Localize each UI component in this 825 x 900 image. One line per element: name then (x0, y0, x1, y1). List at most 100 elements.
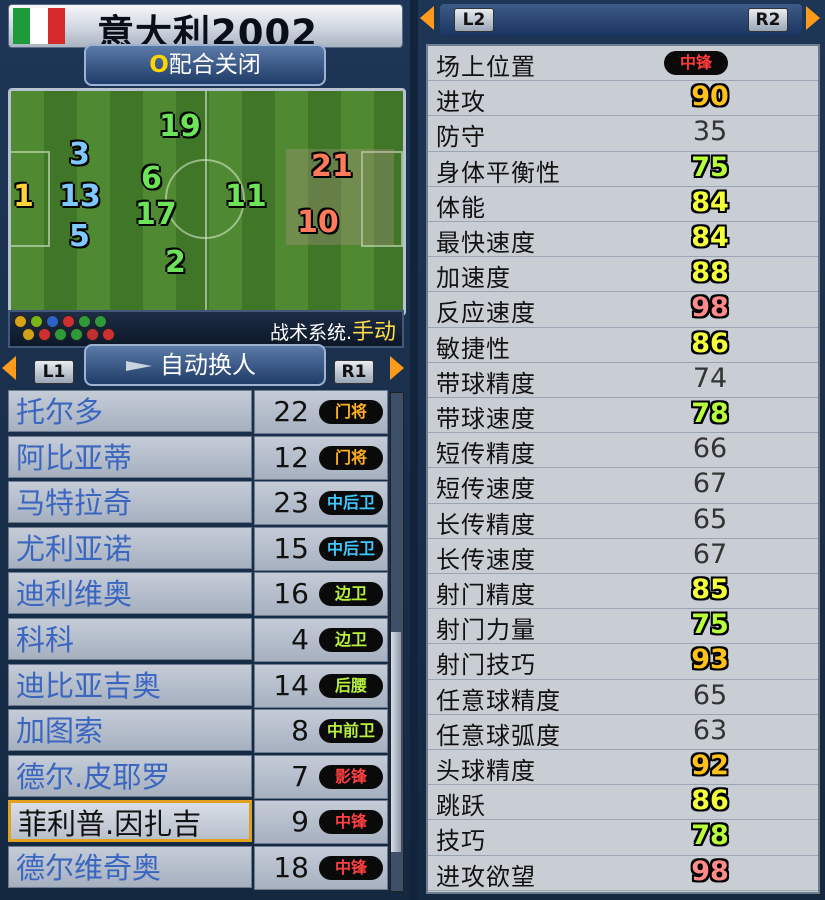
position-badge: 中锋 (664, 51, 728, 75)
strategy-bar: 战术系统.手动 (8, 310, 404, 348)
flag-stripe-red (47, 8, 65, 44)
roster-row[interactable]: 尤利亚诺 15 中后卫 (8, 526, 388, 571)
stat-row: 加速度 88 (428, 257, 818, 293)
stat-value: 86 (691, 785, 729, 817)
chevron-right-icon[interactable] (806, 6, 820, 30)
player-number-cell: 22 门将 (254, 390, 388, 434)
player-number: 14 (273, 668, 309, 702)
player-name: 托尔多 (8, 390, 252, 432)
position-badge: 中锋 (319, 856, 383, 880)
stat-value: 66 (692, 433, 728, 465)
team-title-bar: 意大利2002 (8, 4, 403, 55)
player-number-cell: 16 边卫 (254, 572, 388, 617)
roster-row[interactable]: 托尔多 22 门将 (8, 390, 388, 434)
roster-row[interactable]: 阿比亚蒂 12 门将 (8, 435, 388, 480)
strategy-dots[interactable] (14, 315, 134, 343)
strategy-dot (94, 315, 107, 328)
stat-label: 场上位置 (436, 53, 536, 81)
player-marker[interactable]: 5 (69, 219, 90, 254)
player-number: 18 (273, 851, 309, 884)
stat-value: 86 (691, 327, 729, 359)
roster-scrollbar-thumb[interactable] (391, 632, 401, 852)
roster-row[interactable]: 迪利维奥 16 边卫 (8, 572, 388, 617)
l1-key-icon[interactable]: L1 (34, 360, 74, 384)
stat-row: 防守 35 (428, 116, 818, 152)
chevron-left-icon[interactable] (420, 6, 434, 30)
position-badge: 门将 (319, 445, 383, 470)
auto-substitution-label: 自动换人 (160, 351, 256, 379)
chevron-right-icon[interactable] (390, 356, 404, 380)
roster-row[interactable]: 德尔维奇奥 18 中锋 (8, 846, 388, 890)
strategy-dot (86, 328, 99, 341)
player-marker[interactable]: 2 (165, 245, 186, 280)
player-number-cell: 8 中前卫 (254, 709, 388, 754)
player-marker[interactable]: 11 (225, 179, 267, 214)
stat-label: 技巧 (436, 827, 486, 856)
player-name: 科科 (8, 618, 252, 660)
stat-value: 88 (691, 257, 729, 289)
position-badge: 边卫 (319, 628, 383, 652)
roster-row[interactable]: 科科 4 边卫 (8, 618, 388, 662)
stat-row: 跳跃 86 (428, 785, 818, 821)
player-marker[interactable]: 3 (69, 137, 90, 172)
strategy-dot (54, 328, 67, 341)
stat-row: 带球精度 74 (428, 363, 818, 398)
player-number-cell: 14 后腰 (254, 663, 388, 708)
position-badge: 影锋 (319, 764, 383, 789)
stat-value: 78 (691, 398, 729, 429)
stat-label: 任意球弧度 (436, 721, 561, 750)
stat-label: 射门技巧 (436, 651, 536, 680)
stat-row: 带球速度 78 (428, 398, 818, 434)
roster-row[interactable]: 加图索 8 中前卫 (8, 709, 388, 754)
player-number-cell: 18 中锋 (254, 846, 388, 890)
stat-value: 98 (691, 855, 729, 887)
stat-label: 进攻欲望 (436, 862, 536, 891)
player-number-cell: 9 中锋 (254, 800, 388, 845)
auto-substitution-button[interactable]: 自动换人 (84, 344, 326, 386)
italy-flag-icon (13, 8, 65, 44)
player-stats-table: 场上位置 中锋 进攻 90 防守 35 身体平衡性 75 体能 84 最快速度 84 加速度 88 反应速度… (426, 44, 820, 894)
tactic-value: 手动 (351, 320, 396, 345)
stat-value: 92 (691, 750, 729, 781)
roster-row[interactable]: 马特拉奇 23 中后卫 (8, 481, 388, 526)
player-marker[interactable]: 6 (141, 161, 162, 196)
roster-row[interactable]: 迪比亚吉奥 14 后腰 (8, 663, 388, 708)
stat-row: 射门力量 75 (428, 609, 818, 645)
player-number: 15 (273, 531, 309, 565)
stat-label: 跳跃 (436, 792, 486, 821)
l2-key-icon[interactable]: L2 (454, 8, 494, 32)
position-badge: 中前卫 (319, 719, 383, 744)
stat-row: 技巧 78 (428, 820, 818, 856)
o-button-icon: O (149, 52, 169, 78)
roster-row[interactable]: 德尔.皮耶罗 7 影锋 (8, 754, 388, 799)
formation-pitch[interactable]: 19 3 6 1 13 17 11 5 2 21 10 (8, 88, 406, 316)
stat-row: 进攻 90 (428, 81, 818, 117)
chevron-left-icon[interactable] (2, 356, 16, 380)
teamwork-label: 配合关闭 (168, 52, 261, 78)
player-marker[interactable]: 21 (311, 149, 353, 184)
player-marker[interactable]: 19 (159, 109, 201, 144)
strategy-dot (70, 328, 83, 341)
stat-value: 75 (691, 151, 729, 183)
stat-row: 射门精度 85 (428, 574, 818, 610)
player-number: 8 (291, 714, 309, 748)
stat-row: 射门技巧 93 (428, 644, 818, 680)
r1-key-icon[interactable]: R1 (334, 360, 374, 384)
player-marker[interactable]: 13 (59, 179, 101, 214)
player-number: 9 (291, 805, 309, 839)
roster-row[interactable]: 菲利普.因扎吉 9 中锋 (8, 800, 388, 845)
player-marker[interactable]: 10 (297, 205, 339, 240)
player-marker[interactable]: 17 (135, 197, 177, 232)
r2-key-icon[interactable]: R2 (748, 8, 788, 32)
player-number: 16 (273, 577, 309, 611)
stat-label: 反应速度 (436, 299, 536, 328)
tactic-system[interactable]: 战术系统.手动 (270, 314, 396, 346)
stat-value: 84 (691, 186, 729, 218)
player-name: 马特拉奇 (8, 481, 252, 524)
teamwork-toggle-button[interactable]: O配合关闭 (84, 44, 326, 86)
strategy-dot (62, 315, 75, 328)
player-marker[interactable]: 1 (13, 179, 34, 214)
position-badge: 中后卫 (319, 491, 383, 516)
stat-label: 任意球精度 (436, 686, 561, 715)
stat-label: 敏捷性 (436, 334, 511, 363)
